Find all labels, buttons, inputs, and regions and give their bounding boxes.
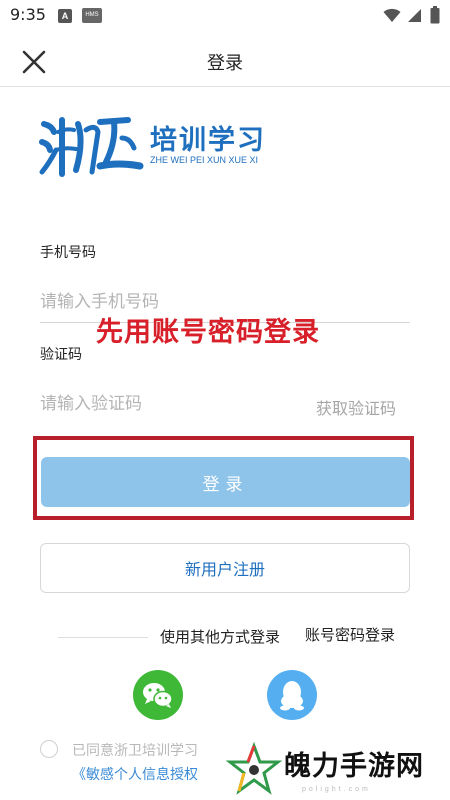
- code-input[interactable]: [40, 384, 300, 424]
- phone-label: 手机号码: [40, 245, 96, 261]
- status-time: 9:35: [10, 5, 46, 24]
- agreement-text: 已同意浙卫培训学习: [72, 743, 198, 759]
- watermark-sub: polight.com: [302, 786, 371, 793]
- logo-name: 培训学习: [150, 125, 266, 156]
- get-code-button[interactable]: 获取验证码: [316, 395, 396, 419]
- logo-calligraphy-mark: [39, 117, 144, 177]
- login-button[interactable]: 登录: [41, 457, 410, 507]
- privacy-link[interactable]: 《敏感个人信息授权: [72, 764, 198, 784]
- qq-login-button[interactable]: [267, 670, 317, 720]
- notification-a-icon: A: [58, 9, 72, 23]
- annotation-text: 先用账号密码登录: [96, 317, 320, 348]
- signal-icon: [408, 9, 421, 22]
- watermark-text: 魄力手游网: [284, 751, 424, 782]
- qq-icon: [280, 681, 304, 711]
- wechat-icon: [143, 683, 173, 708]
- header: 登录: [0, 36, 450, 87]
- register-button[interactable]: 新用户注册: [40, 543, 410, 593]
- divider: [58, 637, 148, 638]
- account-password-login-link[interactable]: 账号密码登录: [305, 624, 395, 645]
- battery-icon: [430, 6, 440, 24]
- other-login-label: 使用其他方式登录: [160, 628, 281, 646]
- wifi-icon: [383, 8, 401, 22]
- status-bar: 9:35 A HMS: [0, 0, 450, 32]
- watermark-logo-icon: [226, 742, 282, 795]
- app-logo: 培训学习 ZHE WEI PEI XUN XUE XI: [38, 110, 268, 180]
- watermark: 魄力手游网 polight.com: [224, 738, 450, 800]
- hms-icon: HMS: [82, 8, 102, 23]
- page-title: 登录: [207, 53, 243, 74]
- code-label: 验证码: [40, 347, 82, 363]
- agree-radio[interactable]: [40, 740, 58, 758]
- logo-pinyin: ZHE WEI PEI XUN XUE XI: [150, 155, 259, 165]
- wechat-login-button[interactable]: [133, 670, 183, 720]
